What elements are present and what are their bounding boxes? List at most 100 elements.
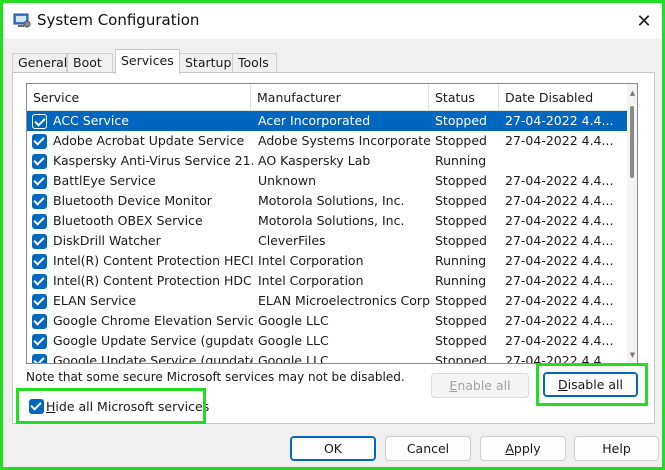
service-date-disabled: 27-04-2022 4.4... bbox=[505, 353, 614, 364]
service-status: Running bbox=[435, 253, 487, 268]
service-row[interactable]: Intel(R) Content Protection HECI... Intel… bbox=[27, 251, 627, 271]
scroll-down-arrow-icon[interactable]: ▼ bbox=[629, 350, 636, 360]
service-status: Stopped bbox=[435, 193, 487, 208]
enable-all-label: nable all bbox=[457, 378, 511, 393]
cancel-button[interactable]: Cancel bbox=[385, 436, 471, 461]
title-bar: System Configuration ✕ bbox=[3, 3, 662, 39]
service-row[interactable]: Adobe Acrobat Update Service Adobe System… bbox=[27, 131, 627, 151]
tab-services[interactable]: Services bbox=[115, 49, 180, 74]
vertical-scrollbar[interactable]: ▲ ▼ bbox=[627, 84, 637, 363]
service-name: Adobe Acrobat Update Service bbox=[53, 133, 245, 148]
tab-boot[interactable]: Boot bbox=[67, 53, 113, 73]
scroll-thumb[interactable] bbox=[630, 106, 634, 178]
column-header-date-disabled[interactable]: Date Disabled bbox=[499, 84, 627, 111]
service-row[interactable]: Bluetooth OBEX Service Motorola Solutions… bbox=[27, 211, 627, 231]
service-status: Stopped bbox=[435, 133, 487, 148]
service-checkbox[interactable] bbox=[32, 114, 47, 129]
secure-services-note: Note that some secure Microsoft services… bbox=[26, 370, 405, 384]
service-row[interactable]: BattlEye Service Unknown Stopped 27-04-2022… bbox=[27, 171, 627, 191]
service-manufacturer: Google LLC bbox=[258, 333, 329, 348]
service-checkbox[interactable] bbox=[32, 154, 47, 169]
enable-all-button[interactable]: Enable all bbox=[431, 373, 529, 398]
service-checkbox[interactable] bbox=[32, 174, 47, 189]
service-date-disabled: 27-04-2022 4.4... bbox=[505, 253, 614, 268]
scroll-up-arrow-icon[interactable]: ▲ bbox=[629, 88, 636, 98]
service-checkbox[interactable] bbox=[32, 334, 47, 349]
disable-all-label: isable all bbox=[567, 377, 623, 392]
service-name: Bluetooth Device Monitor bbox=[53, 193, 212, 208]
tab-tools[interactable]: Tools bbox=[232, 53, 277, 73]
service-name: Kaspersky Anti-Virus Service 21.3 bbox=[53, 153, 253, 168]
service-row[interactable]: Kaspersky Anti-Virus Service 21.3 AO Kasp… bbox=[27, 151, 627, 171]
service-checkbox[interactable] bbox=[32, 274, 47, 289]
service-checkbox[interactable] bbox=[32, 194, 47, 209]
service-date-disabled: 27-04-2022 4.4... bbox=[505, 333, 614, 348]
service-manufacturer: Acer Incorporated bbox=[258, 113, 371, 128]
service-status: Stopped bbox=[435, 173, 487, 188]
service-status: Stopped bbox=[435, 293, 487, 308]
service-name: ACC Service bbox=[53, 113, 129, 128]
help-button[interactable]: Help bbox=[574, 436, 659, 461]
service-date-disabled: 27-04-2022 4.4... bbox=[505, 133, 614, 148]
apply-label: pply bbox=[513, 441, 541, 456]
service-date-disabled: 27-04-2022 4.4... bbox=[505, 193, 614, 208]
service-name: DiskDrill Watcher bbox=[53, 233, 161, 248]
service-manufacturer: Google LLC bbox=[258, 353, 329, 364]
service-name: Google Update Service (gupdate... bbox=[53, 353, 253, 364]
service-date-disabled: 27-04-2022 4.4... bbox=[505, 233, 614, 248]
service-manufacturer: Intel Corporation bbox=[258, 273, 364, 288]
tab-startup[interactable]: Startup bbox=[179, 53, 233, 73]
services-list[interactable]: Service Manufacturer Status Date Disable… bbox=[26, 83, 638, 364]
apply-button[interactable]: Apply bbox=[480, 436, 566, 461]
service-name: Google Chrome Elevation Servic... bbox=[53, 313, 253, 328]
service-manufacturer: Intel Corporation bbox=[258, 253, 364, 268]
apply-accel: A bbox=[505, 441, 514, 456]
service-checkbox[interactable] bbox=[32, 294, 47, 309]
service-manufacturer: Adobe Systems Incorporated bbox=[258, 133, 430, 148]
tab-general[interactable]: General bbox=[12, 53, 67, 73]
column-header-service[interactable]: Service bbox=[27, 84, 251, 111]
service-date-disabled: 27-04-2022 4.4... bbox=[505, 113, 614, 128]
column-header-status[interactable]: Status bbox=[429, 84, 499, 111]
service-date-disabled: 27-04-2022 4.4... bbox=[505, 293, 614, 308]
service-status: Stopped bbox=[435, 333, 487, 348]
service-date-disabled: 27-04-2022 4.4... bbox=[505, 313, 614, 328]
service-name: Bluetooth OBEX Service bbox=[53, 213, 203, 228]
service-checkbox[interactable] bbox=[32, 254, 47, 269]
service-checkbox[interactable] bbox=[32, 354, 47, 363]
service-row[interactable]: Google Update Service (gupdate) Google LL… bbox=[27, 331, 627, 351]
service-status: Running bbox=[435, 153, 487, 168]
service-row[interactable]: Google Chrome Elevation Servic... Google … bbox=[27, 311, 627, 331]
service-checkbox[interactable] bbox=[32, 214, 47, 229]
service-status: Stopped bbox=[435, 213, 487, 228]
disable-all-accel: D bbox=[558, 377, 568, 392]
service-checkbox[interactable] bbox=[32, 314, 47, 329]
service-date-disabled: 27-04-2022 4.4... bbox=[505, 173, 614, 188]
service-row[interactable]: Bluetooth Device Monitor Motorola Solutio… bbox=[27, 191, 627, 211]
hide-microsoft-services-label[interactable]: Hide all Microsoft services bbox=[46, 398, 209, 416]
service-row[interactable]: DiskDrill Watcher CleverFiles Stopped 27-04… bbox=[27, 231, 627, 251]
service-status: Stopped bbox=[435, 233, 487, 248]
service-row[interactable]: ACC Service Acer Incorporated Stopped 27-04… bbox=[27, 111, 627, 131]
service-row[interactable]: Google Update Service (gupdate... Google … bbox=[27, 351, 627, 364]
service-manufacturer: Motorola Solutions, Inc. bbox=[258, 193, 405, 208]
service-name: ELAN Service bbox=[53, 293, 137, 308]
service-checkbox[interactable] bbox=[32, 234, 47, 249]
service-manufacturer: ELAN Microelectronics Corp. bbox=[258, 293, 430, 308]
service-manufacturer: Google LLC bbox=[258, 313, 329, 328]
hide-microsoft-services-checkbox[interactable] bbox=[29, 399, 44, 414]
column-header-manufacturer[interactable]: Manufacturer bbox=[251, 84, 429, 111]
msconfig-app-icon bbox=[13, 13, 31, 28]
service-status: Stopped bbox=[435, 353, 487, 364]
service-manufacturer: Unknown bbox=[258, 173, 317, 188]
service-row[interactable]: ELAN Service ELAN Microelectronics Corp. S… bbox=[27, 291, 627, 311]
ok-button[interactable]: OK bbox=[290, 436, 376, 461]
disable-all-button[interactable]: Disable all bbox=[543, 372, 638, 397]
system-configuration-window: System Configuration ✕ General Boot Serv… bbox=[0, 0, 665, 470]
service-row[interactable]: Intel(R) Content Protection HDC... Intel … bbox=[27, 271, 627, 291]
window-title: System Configuration bbox=[37, 11, 200, 29]
service-name: Intel(R) Content Protection HECI... bbox=[53, 253, 253, 268]
service-checkbox[interactable] bbox=[32, 134, 47, 149]
close-icon[interactable]: ✕ bbox=[631, 9, 657, 35]
service-manufacturer: Motorola Solutions, Inc. bbox=[258, 213, 405, 228]
